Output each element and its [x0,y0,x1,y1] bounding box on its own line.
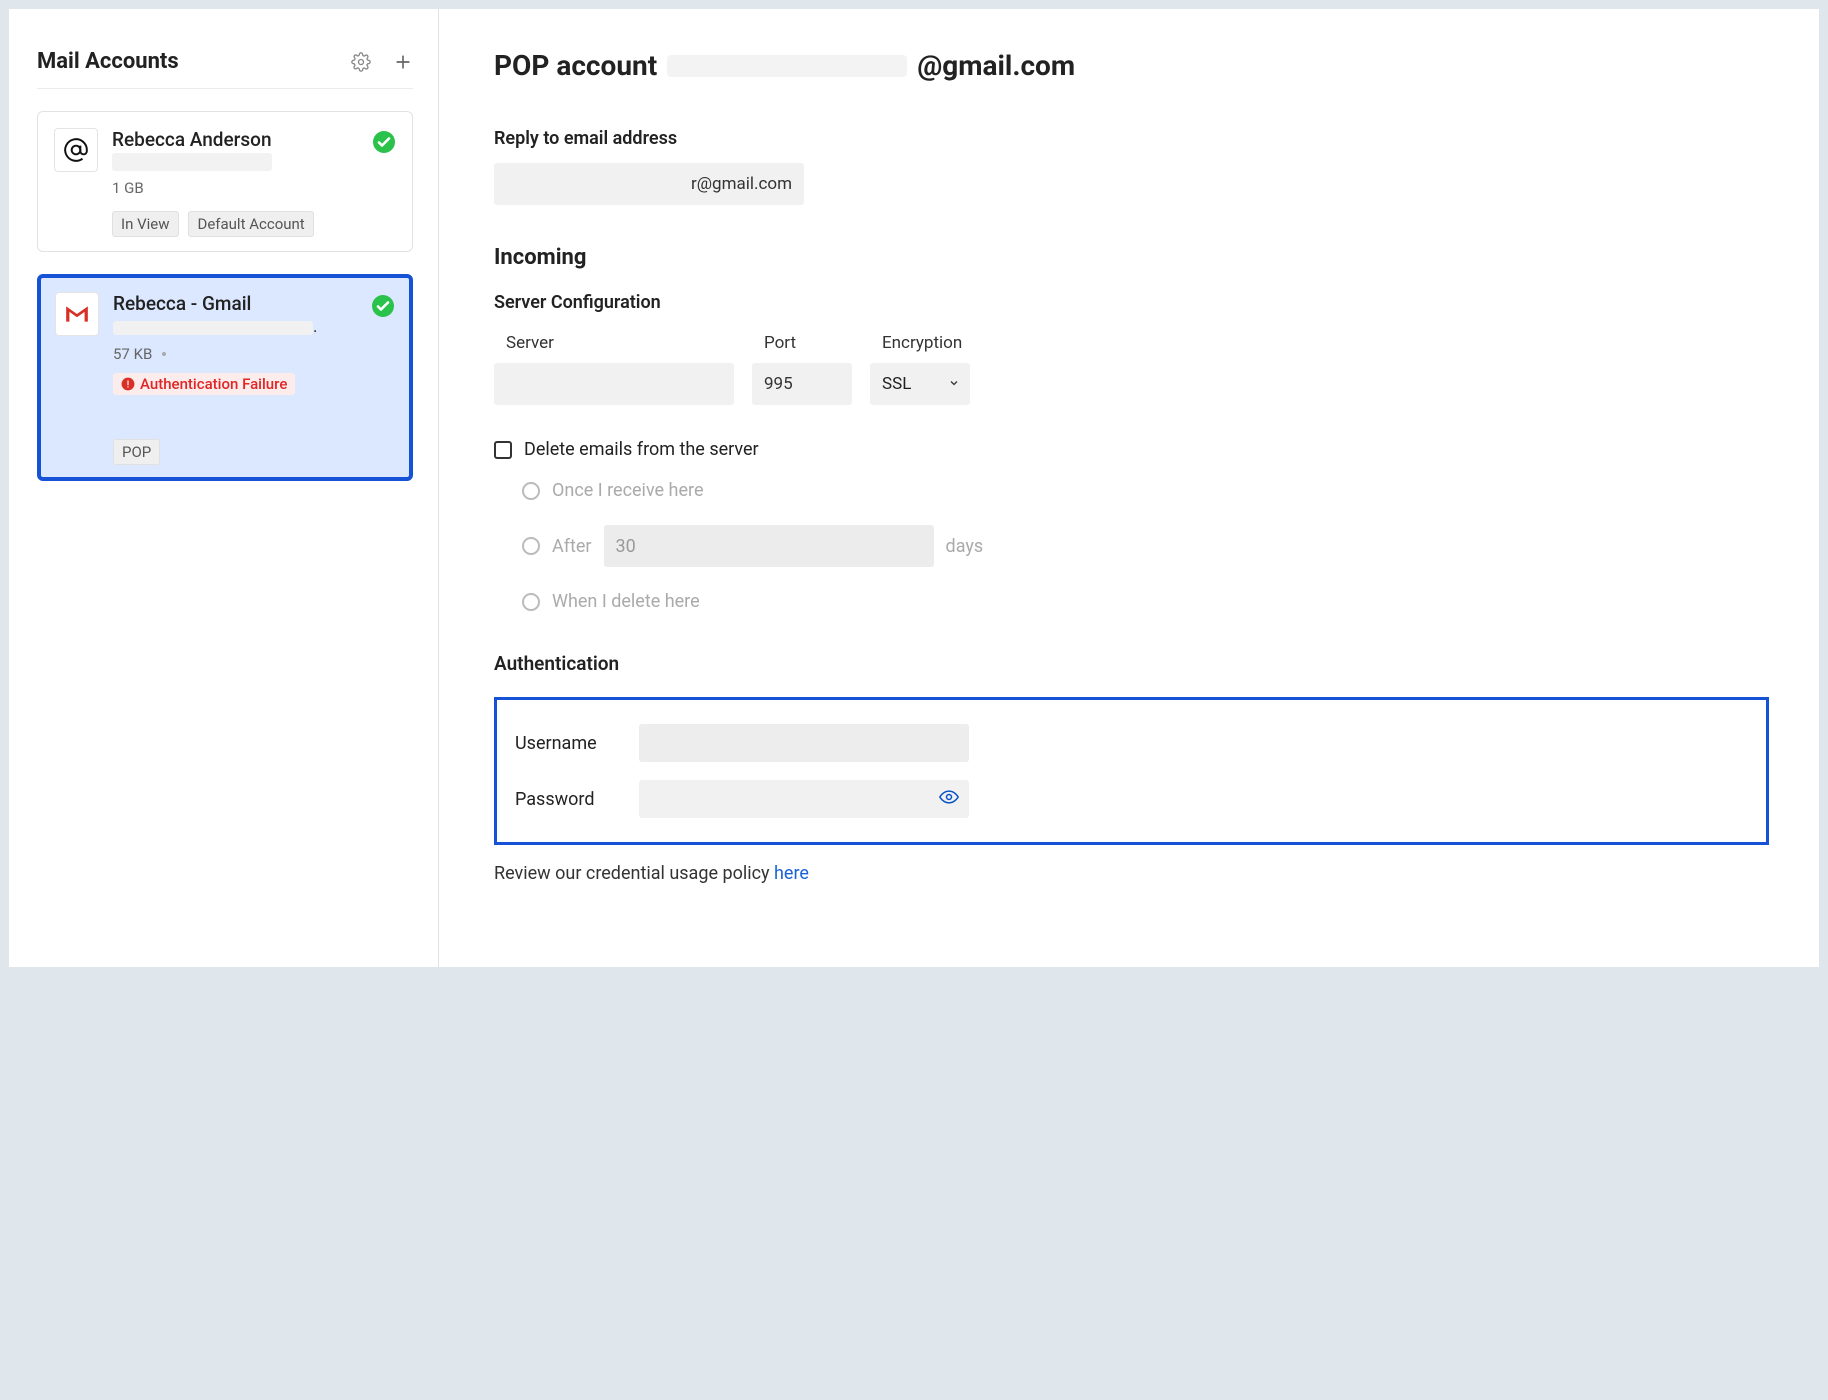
password-label: Password [515,789,615,810]
account-size: 57 KB [113,345,152,363]
gear-icon[interactable] [351,52,371,72]
incoming-title: Incoming [494,245,1769,270]
eye-icon[interactable] [939,787,959,811]
username-label: Username [515,733,615,754]
account-card[interactable]: Rebecca Anderson 1 GB In View Default Ac… [37,111,413,252]
port-input[interactable] [752,363,852,405]
redacted-email-part [667,55,907,77]
checkbox-icon[interactable] [494,441,512,459]
radio-once-receive[interactable]: Once I receive here [522,480,1769,501]
after-days-input[interactable] [604,525,934,567]
radio-icon[interactable] [522,482,540,500]
reply-to-input[interactable]: r@gmail.com [494,163,804,205]
server-input[interactable] [494,363,734,405]
username-input[interactable] [639,724,969,762]
radio-icon[interactable] [522,593,540,611]
gmail-icon [55,292,99,336]
account-email: . [113,317,357,337]
radio-after-days[interactable]: After days [522,525,1769,567]
account-card-selected[interactable]: Rebecca - Gmail . 57 KB Authentication F… [37,274,413,481]
server-label: Server [494,333,734,353]
port-label: Port [752,333,852,353]
at-icon [54,128,98,172]
encryption-select[interactable]: SSL [870,363,970,405]
reply-to-label: Reply to email address [494,128,1769,149]
auth-failure-badge: Authentication Failure [113,373,295,395]
account-size: 1 GB [112,179,144,197]
server-config-row: Server Port Encryption SSL [494,333,1769,405]
account-name: Rebecca - Gmail [113,292,357,315]
tag-default-account: Default Account [188,211,313,237]
add-icon[interactable] [393,52,413,72]
delete-emails-label: Delete emails from the server [524,439,759,460]
password-input[interactable] [639,780,969,818]
app-shell: Mail Accounts Rebecca Anderson [8,8,1820,968]
radio-icon[interactable] [522,537,540,555]
sidebar: Mail Accounts Rebecca Anderson [9,9,439,967]
account-email-redacted [112,153,272,171]
tag-pop: POP [113,439,160,465]
check-icon [371,294,395,318]
delete-emails-checkbox-row[interactable]: Delete emails from the server [494,439,1769,460]
policy-text: Review our credential usage policy here [494,863,1769,884]
authentication-title: Authentication [494,652,1769,675]
encryption-label: Encryption [870,333,970,353]
main-panel: POP account @gmail.com Reply to email ad… [439,9,1819,967]
radio-when-delete[interactable]: When I delete here [522,591,1769,612]
sidebar-title: Mail Accounts [37,49,179,74]
server-config-label: Server Configuration [494,292,1769,313]
sidebar-actions [351,52,413,72]
chevron-down-icon [948,374,960,394]
delete-options: Once I receive here After days When I de… [494,480,1769,612]
authentication-box: Username Password [494,697,1769,845]
check-icon [372,130,396,154]
page-title: POP account @gmail.com [494,49,1769,82]
tag-in-view: In View [112,211,179,237]
sidebar-header: Mail Accounts [37,49,413,89]
account-name: Rebecca Anderson [112,128,358,151]
policy-link[interactable]: here [774,863,809,884]
